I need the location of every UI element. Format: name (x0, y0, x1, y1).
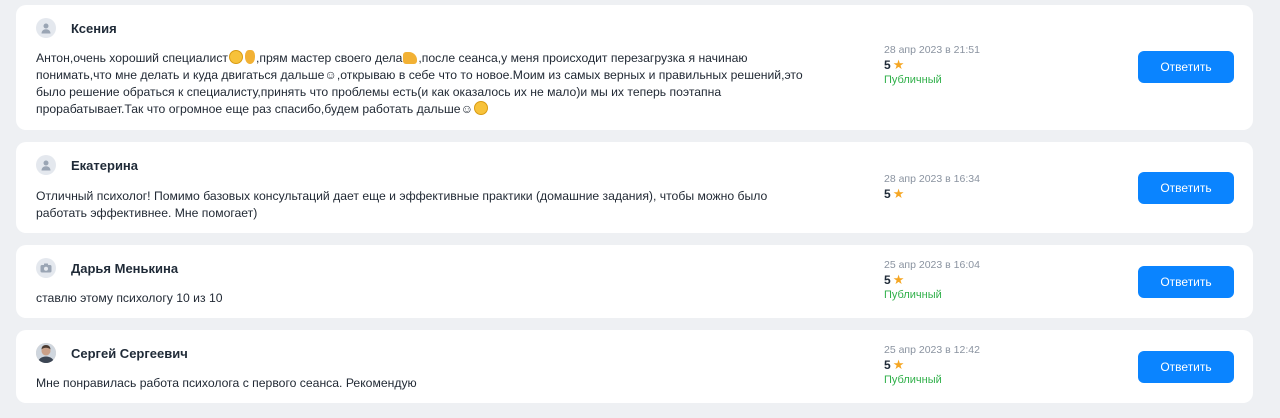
rating-value: 5 (884, 187, 891, 201)
review-rating: 5 ★ (884, 186, 1104, 202)
star-icon: ★ (892, 57, 905, 72)
review-status: Публичный (884, 289, 942, 301)
review-header: Сергей Сергеевич (36, 342, 188, 364)
thumbs-up-emoji-icon (403, 52, 418, 64)
ok-hand-emoji-icon (245, 50, 256, 64)
star-icon: ★ (892, 272, 905, 287)
review-author: Сергей Сергеевич (71, 345, 188, 361)
review-date: 28 апр 2023 в 16:34 (884, 173, 980, 185)
rating-value: 5 (884, 273, 891, 287)
review-status: Публичный (884, 374, 942, 386)
review-meta: 28 апр 2023 в 21:51 5 ★ Публичный (884, 43, 1104, 87)
review-rating: 5 ★ (884, 57, 1104, 73)
review-text: Мне понравилась работа психолога с перво… (36, 376, 417, 390)
review-author: Дарья Менькина (71, 260, 179, 276)
review-header: Дарья Менькина (36, 257, 178, 279)
rating-value: 5 (884, 58, 891, 72)
star-icon: ★ (892, 357, 905, 372)
review-author: Ксения (71, 20, 117, 36)
review-card: Дарья Менькина ставлю этому психологу 10… (16, 245, 1253, 318)
user-placeholder-icon (36, 18, 56, 38)
reply-button[interactable]: Ответить (1138, 51, 1234, 83)
review-meta: 25 апр 2023 в 12:42 5 ★ Публичный (884, 343, 1104, 387)
user-photo (36, 343, 56, 363)
review-text: Антон,очень хороший специалист ,прям маст… (36, 50, 816, 118)
review-card: Ксения Антон,очень хороший специалист ,пр… (16, 5, 1253, 130)
review-text-part: Антон,очень хороший специалист (36, 51, 229, 65)
review-date: 25 апр 2023 в 12:42 (884, 344, 980, 356)
smile-emoji-icon (229, 50, 244, 64)
reply-button[interactable]: Ответить (1138, 172, 1234, 204)
star-icon: ★ (892, 186, 905, 201)
review-date: 28 апр 2023 в 21:51 (884, 44, 980, 56)
review-header: Екатерина (36, 154, 138, 176)
review-text-part: ,прям мастер своего дела (256, 51, 403, 65)
reply-button[interactable]: Ответить (1138, 351, 1234, 383)
review-rating: 5 ★ (884, 272, 1104, 288)
review-meta: 25 апр 2023 в 16:04 5 ★ Публичный (884, 258, 1104, 302)
user-placeholder-icon (36, 155, 56, 175)
grin-emoji-icon (474, 101, 489, 115)
review-text: Отличный психолог! Помимо базовых консул… (36, 189, 768, 220)
reply-button[interactable]: Ответить (1138, 266, 1234, 298)
review-meta: 28 апр 2023 в 16:34 5 ★ (884, 172, 1104, 202)
review-date: 25 апр 2023 в 16:04 (884, 259, 980, 271)
review-status: Публичный (884, 74, 942, 86)
rating-value: 5 (884, 358, 891, 372)
review-author: Екатерина (71, 157, 139, 173)
review-text: ставлю этому психологу 10 из 10 (36, 291, 223, 305)
review-header: Ксения (36, 17, 117, 39)
review-card: Екатерина Отличный психолог! Помимо базо… (16, 142, 1253, 233)
review-rating: 5 ★ (884, 357, 1104, 373)
review-card: Сергей Сергеевич Мне понравилась работа … (16, 330, 1253, 403)
camera-placeholder-icon (36, 258, 56, 278)
